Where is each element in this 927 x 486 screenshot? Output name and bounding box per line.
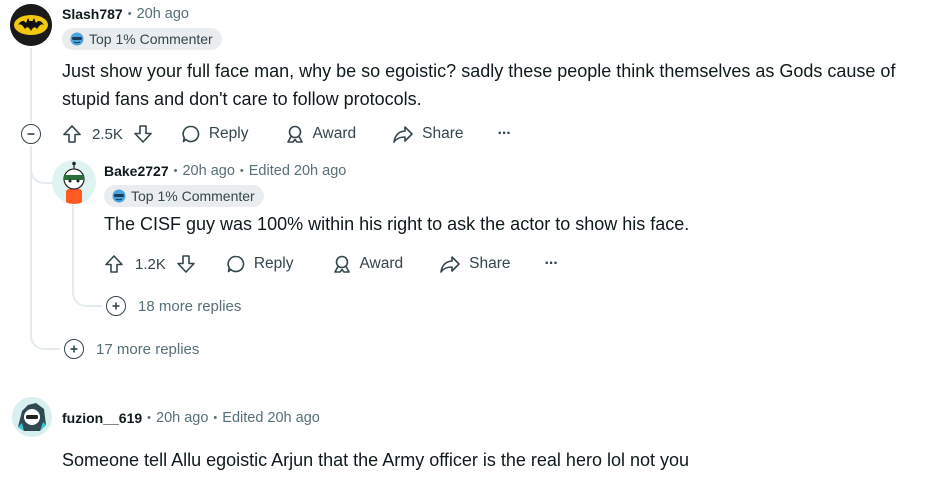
avatar[interactable]	[52, 160, 96, 204]
flair-label: Top 1% Commenter	[89, 31, 213, 47]
award-icon	[333, 255, 350, 273]
upvote-button[interactable]	[104, 254, 124, 274]
edited-label: Edited 20h ago	[248, 163, 347, 179]
downvote-button[interactable]	[176, 254, 196, 274]
comment-meta: Slash787 • 20h ago	[62, 6, 189, 22]
comment-body: Just show your full face man, why be so …	[62, 61, 896, 109]
share-arrow-icon	[440, 256, 460, 273]
collapse-thread-button[interactable]	[21, 124, 41, 144]
share-button[interactable]: Share	[392, 124, 464, 144]
separator: •	[127, 8, 132, 20]
comment-body: Someone tell Allu egoistic Arjun that th…	[62, 450, 690, 470]
vote-score: 1.2K	[135, 255, 166, 273]
comment-meta: fuzion__619 • 20h ago • Edited 20h ago	[62, 410, 320, 426]
more-replies-button[interactable]: 18 more replies	[106, 296, 241, 316]
share-label: Share	[469, 255, 511, 272]
reply-label: Reply	[253, 255, 294, 272]
reply-button[interactable]: Reply	[181, 124, 249, 144]
award-label: Award	[312, 125, 357, 142]
username[interactable]: Slash787	[62, 6, 123, 22]
upvote-button[interactable]	[62, 124, 82, 144]
upvote-icon	[105, 255, 123, 273]
timestamp[interactable]: 20h ago	[182, 163, 234, 179]
award-icon	[286, 125, 303, 143]
comment-actions: 1.2K Reply Award Share ···	[104, 248, 559, 280]
overflow-dots-icon: ···	[497, 125, 512, 142]
edited-label: Edited 20h ago	[222, 410, 320, 426]
vote-score: 2.5K	[92, 125, 123, 143]
downvote-button[interactable]	[133, 124, 153, 144]
comment-bubble-icon	[227, 255, 245, 273]
flair-label: Top 1% Commenter	[131, 188, 255, 204]
overflow-menu-button[interactable]: ···	[544, 255, 559, 273]
share-button[interactable]: Share	[439, 254, 511, 274]
plus-circle-icon	[64, 339, 84, 359]
comment-actions: 2.5K Reply Award Share ···	[62, 118, 512, 150]
award-button[interactable]: Award	[332, 254, 404, 274]
flair-icon	[70, 32, 84, 46]
comment-meta: Bake2727 • 20h ago • Edited 20h ago	[104, 163, 346, 179]
username[interactable]: fuzion__619	[62, 410, 142, 426]
comment-body: The CISF guy was 100% within his right t…	[104, 214, 690, 234]
more-replies-label: 17 more replies	[96, 340, 200, 358]
timestamp[interactable]: 20h ago	[156, 410, 208, 426]
user-flair: Top 1% Commenter	[62, 28, 222, 50]
separator: •	[173, 165, 178, 177]
share-label: Share	[422, 125, 464, 142]
flair-icon	[112, 189, 126, 203]
award-label: Award	[359, 255, 404, 272]
overflow-menu-button[interactable]: ···	[497, 125, 512, 143]
user-flair: Top 1% Commenter	[104, 185, 264, 207]
reply-button[interactable]: Reply	[226, 254, 294, 274]
more-replies-button[interactable]: 17 more replies	[64, 339, 199, 359]
thread-curve-to-more-replies-17	[30, 300, 60, 350]
minus-circle-icon	[27, 133, 35, 135]
reply-label: Reply	[208, 125, 249, 142]
more-replies-label: 18 more replies	[138, 297, 242, 315]
thread-curve-to-more-replies-18	[72, 272, 102, 307]
overflow-dots-icon: ···	[544, 255, 559, 272]
timestamp[interactable]: 20h ago	[137, 6, 189, 22]
avatar[interactable]	[12, 397, 52, 437]
separator: •	[147, 412, 151, 424]
separator: •	[239, 165, 244, 177]
avatar[interactable]	[10, 4, 52, 46]
separator: •	[213, 412, 218, 424]
upvote-icon	[63, 125, 81, 143]
username[interactable]: Bake2727	[104, 163, 169, 179]
thread-line-main	[30, 48, 32, 122]
thread-curve-to-reply	[30, 150, 52, 184]
share-arrow-icon	[393, 126, 413, 143]
plus-circle-icon	[106, 296, 126, 316]
downvote-icon	[177, 255, 195, 273]
award-button[interactable]: Award	[285, 124, 357, 144]
comment-bubble-icon	[182, 125, 200, 143]
downvote-icon	[134, 125, 152, 143]
